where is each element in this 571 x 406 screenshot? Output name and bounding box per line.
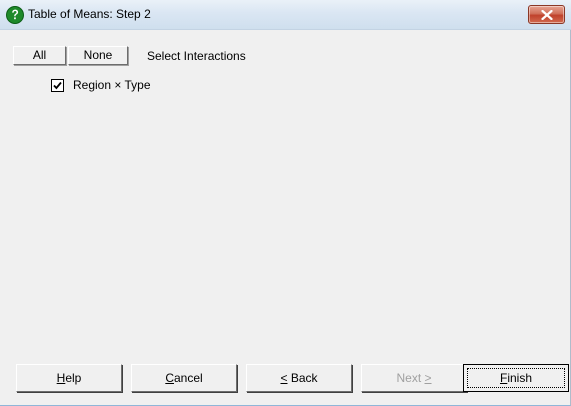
select-none-button[interactable]: None: [68, 46, 128, 65]
close-button[interactable]: [528, 5, 565, 24]
cancel-button[interactable]: Cancel: [131, 364, 237, 392]
dialog-window: Table of Means: Step 2 All None Select I…: [0, 0, 571, 406]
interaction-checkbox[interactable]: [51, 79, 64, 92]
select-interactions-label: Select Interactions: [147, 49, 246, 63]
window-title: Table of Means: Step 2: [28, 7, 151, 21]
checkmark-icon: [53, 81, 62, 90]
help-button[interactable]: Help: [16, 364, 122, 392]
back-button[interactable]: < Back: [246, 364, 352, 392]
title-bar[interactable]: Table of Means: Step 2: [0, 0, 571, 30]
help-question-icon: [6, 6, 24, 24]
interaction-label: Region × Type: [73, 78, 151, 92]
finish-button[interactable]: Finish: [463, 364, 569, 392]
close-icon: [541, 10, 553, 20]
select-all-button[interactable]: All: [13, 46, 66, 65]
next-button: Next >: [361, 364, 467, 392]
